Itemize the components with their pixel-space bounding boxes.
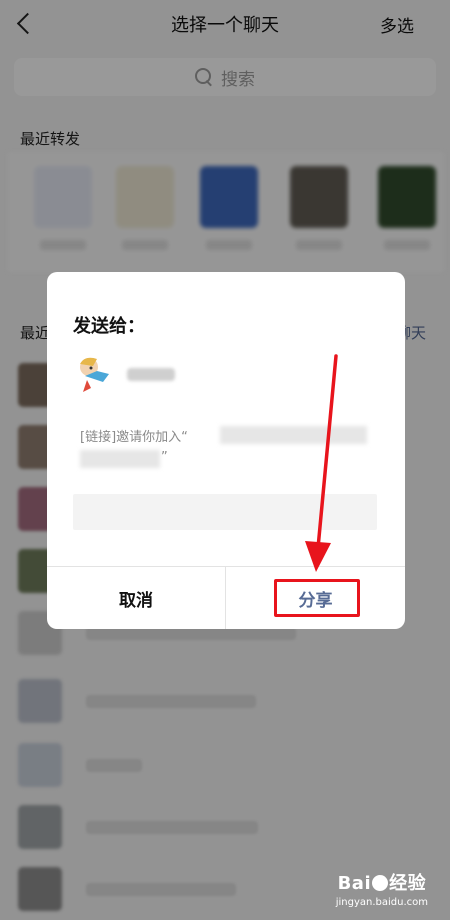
paw-icon xyxy=(372,875,389,891)
watermark-brand: Bai xyxy=(337,873,372,894)
annotation-arrow xyxy=(305,354,338,572)
watermark-url: jingyan.baidu.com xyxy=(335,897,428,908)
share-button-highlight xyxy=(274,579,360,617)
baidu-watermark: Bai 经验 jingyan.baidu.com xyxy=(336,869,428,908)
watermark-brand-suffix: 经验 xyxy=(389,873,427,894)
